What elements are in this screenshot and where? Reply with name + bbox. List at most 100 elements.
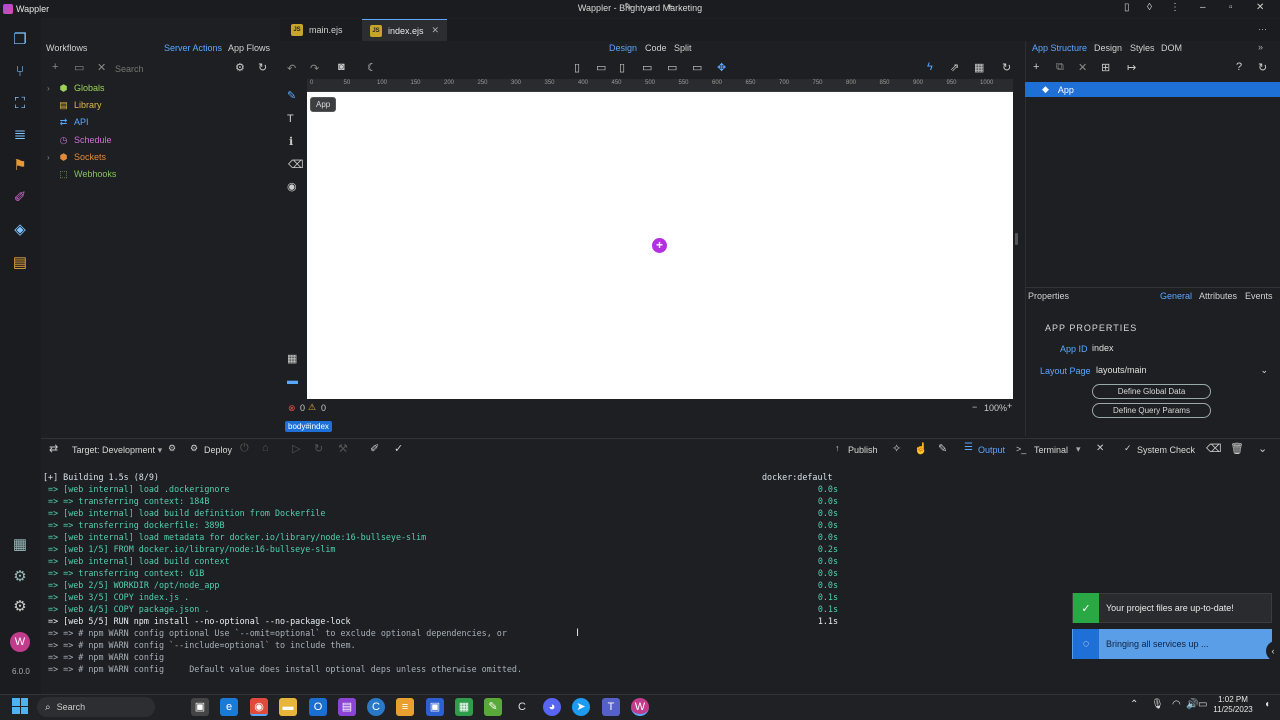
gear-icon[interactable]: ⚙ [235,61,245,74]
file-explorer-icon[interactable]: ▬ [279,698,297,716]
paint-icon[interactable]: ✎ [938,442,947,455]
restart-icon[interactable]: ↻ [314,442,323,455]
view-split[interactable]: Split [674,43,692,53]
search-input[interactable] [115,62,225,75]
brush-icon[interactable]: ✐ [370,442,379,455]
settings-icon[interactable]: ⚙ [10,597,30,617]
sync-icon[interactable]: ⇄ [49,442,58,455]
edit-title-icon[interactable]: ✎ [624,2,632,13]
zoom-out-icon[interactable]: − [972,402,977,412]
output-tab[interactable]: Output [978,445,1005,455]
like-icon[interactable]: ☝ [914,442,928,455]
add-component-button[interactable]: + [652,238,667,253]
theme-icon[interactable]: ◊ [1147,2,1152,13]
clear-icon[interactable]: ⌫ [288,158,304,171]
define-query-params-button[interactable]: Define Query Params [1092,403,1211,418]
app-c-icon[interactable]: C [367,698,385,716]
wrap-icon[interactable]: ⊞ [1101,61,1110,74]
telegram-icon[interactable]: ➤ [572,698,590,716]
device-phone-icon[interactable]: ▯ [574,61,580,74]
twitch-icon[interactable]: ▤ [338,698,356,716]
chevron-down-icon[interactable]: ⌄ [646,2,654,13]
more-menu-icon[interactable]: ⋮ [1170,2,1180,13]
task-view-icon[interactable]: ▣ [191,698,209,716]
refresh-icon[interactable]: ↻ [1002,61,1011,74]
beta-icon[interactable]: ⚙ [10,567,30,587]
edit-icon[interactable]: ✎ [287,89,296,102]
close-icon[interactable]: ✕ [1096,443,1104,454]
target-select[interactable]: Target: Development ▾ [72,445,162,456]
play-icon[interactable]: ▷ [292,442,300,455]
tree-item-globals[interactable]: › ⬢ Globals [47,81,105,95]
toast-collapse-icon[interactable]: ‹ [1266,641,1280,661]
git-icon[interactable]: ⑂ [10,62,30,82]
view-code[interactable]: Code [645,43,667,53]
device-desktop-icon[interactable]: ▭ [667,61,677,74]
settings-icon[interactable]: ⚙ [168,443,176,454]
folder-icon[interactable]: ▭ [74,61,84,74]
database-icon[interactable]: ≣ [10,125,30,145]
tree-item-schedule[interactable]: ◷ Schedule [58,133,112,147]
taskbar-search[interactable]: ⌕ Search [37,697,155,717]
app-id-field[interactable] [1092,341,1272,355]
expand-panel-icon[interactable]: » [1258,42,1263,52]
trash-icon[interactable]: 🗑 [1230,442,1244,455]
ruler-icon[interactable]: ▬ [287,375,298,387]
close-tab-icon[interactable]: ✕ [432,25,440,36]
tab-app-flows[interactable]: App Flows [228,43,270,53]
outlook-icon[interactable]: O [309,698,327,716]
copy-icon[interactable]: ⧉ [1056,61,1064,74]
device-laptop-icon[interactable]: ▭ [642,61,652,74]
deploy-button[interactable]: Deploy [204,445,232,455]
dark-mode-icon[interactable]: ☾ [367,61,377,74]
apps-grid-icon[interactable]: ▦ [287,352,297,365]
windows-start-icon[interactable] [12,698,28,714]
maximize-icon[interactable]: ▫ [1229,2,1233,13]
layout-icon[interactable]: ▯ [1124,2,1130,13]
close-window-icon[interactable]: ✕ [1256,2,1264,13]
tab-design[interactable]: Design [1094,43,1122,53]
delete-icon[interactable]: ✕ [97,61,106,74]
layout-page-select[interactable]: layouts/main ⌄ [1096,365,1272,375]
bookmark-icon[interactable]: ⌂ [262,442,269,454]
tab-index-ejs[interactable]: JS index.ejs ✕ [362,19,448,41]
tree-item-sockets[interactable]: › ⬢ Sockets [47,150,106,164]
add-icon[interactable]: + [1033,61,1039,73]
tools-icon[interactable]: ⚒ [338,442,348,455]
redo-icon[interactable]: ↷ [310,62,319,75]
minimize-icon[interactable]: – [1200,2,1206,13]
text-icon[interactable]: T [287,113,294,125]
device-phone-landscape-icon[interactable]: ▭ [596,61,606,74]
pages-icon[interactable]: ❐ [10,30,30,50]
stop-icon[interactable]: ⏻ [240,442,249,455]
more-tabs-icon[interactable]: ⋯ [1258,24,1267,35]
open-external-icon[interactable]: ⇗ [950,61,959,74]
account-icon[interactable]: W [10,632,30,652]
camera-icon[interactable]: ◙ [338,61,345,73]
chrome-icon[interactable]: ◉ [250,698,268,716]
magic-icon[interactable]: ✧ [892,442,901,455]
design-icon[interactable]: ✐ [10,188,30,208]
eraser-icon[interactable]: ⌫ [1206,442,1222,455]
store-icon[interactable]: ▣ [426,698,444,716]
sheets-icon[interactable]: ▦ [455,698,473,716]
workflows-icon[interactable]: ⛶ [10,94,30,114]
toast-bringing-services[interactable]: ◌ Bringing all services up ... [1072,629,1272,659]
tree-item-api[interactable]: ⇄ API [58,115,89,129]
publish-button[interactable]: Publish [848,445,878,455]
tree-item-app[interactable]: ◆ App [1025,82,1280,97]
wifi-icon[interactable]: ◠ [1172,699,1181,710]
cursor-app-icon[interactable]: C [513,698,531,716]
layers-icon[interactable]: ◈ [10,220,30,240]
add-icon[interactable]: + [52,61,58,73]
toast-up-to-date[interactable]: ✓ Your project files are up-to-date! [1072,593,1272,623]
device-tablet-icon[interactable]: ▯ [619,61,625,74]
tree-item-library[interactable]: ▤ Library [58,98,101,112]
resize-handle[interactable] [1015,233,1018,245]
stack-icon[interactable]: ≡ [396,698,414,716]
edge-icon[interactable]: e [220,698,238,716]
routes-icon[interactable]: ⚑ [10,156,30,176]
tab-styles[interactable]: Styles [1130,43,1155,53]
notifications-icon[interactable]: ◖ [1264,699,1270,710]
clock[interactable]: 1:02 PM 11/25/2023 [1209,695,1257,715]
